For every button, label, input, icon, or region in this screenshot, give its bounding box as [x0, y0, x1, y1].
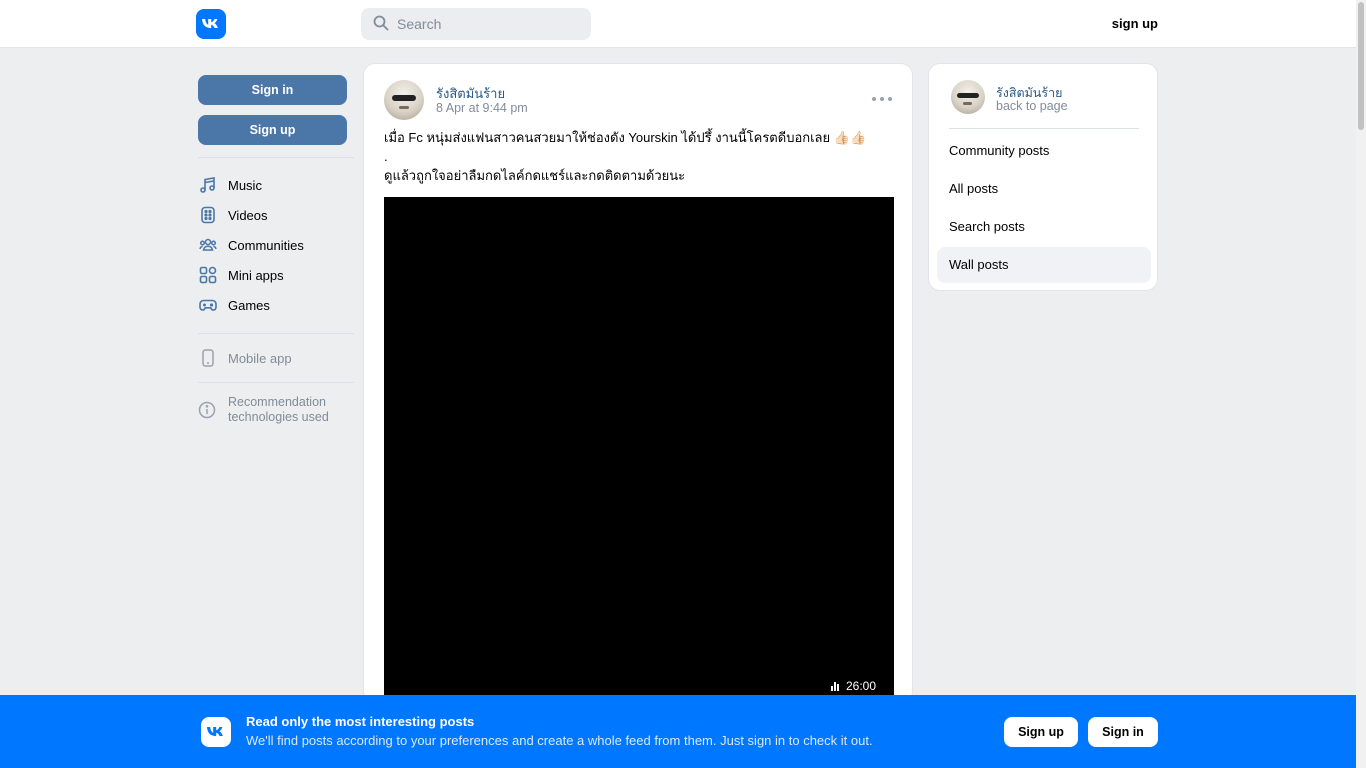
back-to-page-link[interactable]: back to page	[996, 99, 1068, 113]
banner-subtitle: We'll find posts according to your prefe…	[246, 733, 873, 748]
nav-item-mini-apps[interactable]: Mini apps	[198, 260, 354, 290]
nav-item-videos[interactable]: Videos	[198, 200, 354, 230]
post-text-line: เมื่อ Fc หนุ่มส่งแฟนสาวคนสวยมาให้ช่องดัง…	[384, 130, 867, 145]
menu-item-wall-posts[interactable]: Wall posts	[937, 247, 1151, 283]
posts-filter-menu: Community posts All posts Search posts W…	[937, 133, 1151, 285]
video-duration: 26:00	[830, 679, 876, 693]
left-sidebar: Sign in Sign up Music Videos Communities…	[198, 75, 354, 425]
post-text-line: .	[384, 149, 388, 164]
recommendation-technologies-link[interactable]: Recommendation technologies used	[198, 395, 354, 425]
menu-item-community-posts[interactable]: Community posts	[937, 133, 1151, 169]
page-scrollbar[interactable]	[1356, 0, 1366, 768]
divider	[198, 333, 354, 334]
mini-apps-icon	[198, 265, 218, 285]
banner-signup-button[interactable]: Sign up	[1004, 717, 1078, 747]
top-header: sign up	[0, 0, 1356, 48]
vk-logo-icon	[201, 717, 231, 747]
communities-icon	[198, 235, 218, 255]
games-icon	[198, 295, 218, 315]
menu-item-search-posts[interactable]: Search posts	[937, 209, 1151, 245]
nav-item-label: Games	[228, 297, 270, 313]
vk-logo-icon[interactable]	[196, 9, 226, 39]
videos-icon	[198, 205, 218, 225]
nav-item-label: Mini apps	[228, 267, 284, 283]
nav-item-label: Communities	[228, 237, 304, 253]
right-sidebar-card: รังสิตมันร้าย back to page Community pos…	[928, 63, 1158, 291]
nav-item-mobile-app[interactable]: Mobile app	[198, 343, 354, 373]
recommendation-label: Recommendation technologies used	[228, 395, 329, 424]
signin-button[interactable]: Sign in	[198, 75, 347, 105]
divider	[198, 157, 354, 158]
post-card: รังสิตมันร้าย 8 Apr at 9:44 pm เมื่อ Fc …	[363, 63, 913, 703]
signin-banner: Read only the most interesting posts We'…	[0, 695, 1356, 768]
header-signup-link[interactable]: sign up	[1100, 16, 1158, 31]
views-bars-icon	[830, 681, 840, 691]
author-avatar[interactable]	[384, 80, 424, 120]
search-icon	[373, 15, 389, 34]
scrollbar-thumb[interactable]	[1358, 2, 1364, 130]
banner-title: Read only the most interesting posts	[246, 714, 475, 729]
music-icon	[198, 175, 218, 195]
community-avatar[interactable]	[951, 80, 985, 114]
nav-item-games[interactable]: Games	[198, 290, 354, 320]
more-options-icon[interactable]	[872, 92, 892, 106]
video-player[interactable]: 26:00	[384, 197, 894, 702]
info-icon	[198, 401, 218, 421]
divider	[198, 382, 354, 383]
search-box[interactable]	[361, 8, 591, 40]
post-date-link[interactable]: 8 Apr at 9:44 pm	[436, 101, 528, 115]
nav-item-label: Videos	[228, 207, 268, 223]
post-text-line: ดูแล้วถูกใจอย่าลืมกดไลค์กดแชร์และกดติดตา…	[384, 168, 686, 183]
nav-item-label: Music	[228, 177, 262, 193]
nav-item-music[interactable]: Music	[198, 170, 354, 200]
mobile-phone-icon	[198, 348, 218, 368]
nav-item-label: Mobile app	[228, 350, 292, 366]
search-input[interactable]	[397, 16, 587, 32]
banner-signin-button[interactable]: Sign in	[1088, 717, 1158, 747]
nav-item-communities[interactable]: Communities	[198, 230, 354, 260]
video-duration-text: 26:00	[845, 679, 876, 693]
menu-item-all-posts[interactable]: All posts	[937, 171, 1151, 207]
divider	[949, 128, 1139, 129]
post-text: เมื่อ Fc หนุ่มส่งแฟนสาวคนสวยมาให้ช่องดัง…	[384, 128, 894, 185]
signup-button[interactable]: Sign up	[198, 115, 347, 145]
